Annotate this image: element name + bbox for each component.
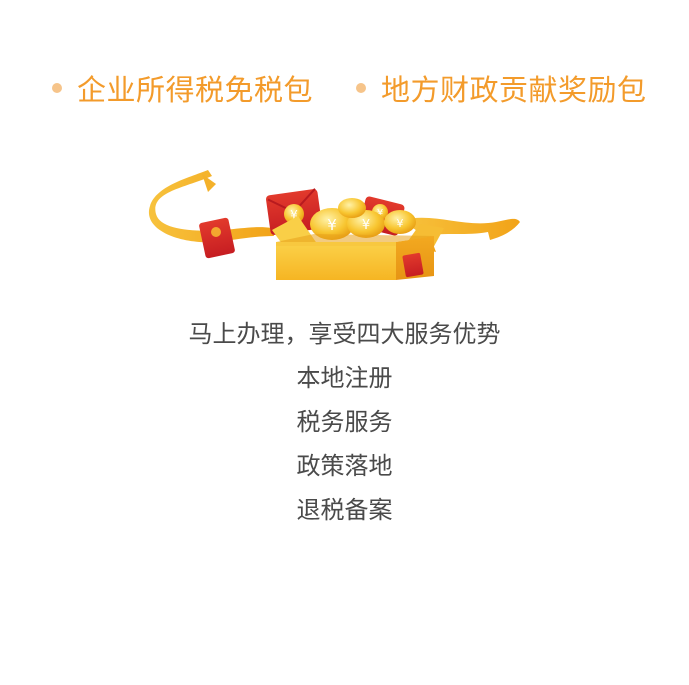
svg-text:¥: ¥ [327, 216, 337, 234]
svg-text:¥: ¥ [397, 217, 404, 230]
bullet-dot-icon [356, 83, 366, 93]
lead-line: 马上办理，享受四大服务优势 [188, 320, 501, 348]
service-info-list: 马上办理，享受四大服务优势 本地注册 税务服务 政策落地 退税备案 [0, 312, 689, 532]
service-item-local-registration: 本地注册 [296, 364, 393, 392]
bullet-dot-icon [52, 83, 62, 93]
headline-item-fiscal-reward: 地方财政贡献奖励包 [356, 66, 647, 110]
headline-item-income-tax: 企业所得税免税包 [52, 66, 313, 110]
headline-text: 地方财政贡献奖励包 [381, 73, 647, 107]
service-item-tax-refund-filing: 退税备案 [296, 496, 393, 524]
headline-text: 企业所得税免税包 [77, 73, 314, 107]
service-item-policy-implementation: 政策落地 [296, 452, 393, 480]
gift-box-red-envelopes-coins-icon: ¥ ¥ ¥ ¥ ¥ [144, 170, 524, 280]
service-item-tax-service: 税务服务 [296, 408, 393, 436]
left-red-envelope [199, 217, 235, 259]
svg-text:¥: ¥ [362, 218, 370, 233]
headline-row: 企业所得税免税包 地方财政贡献奖励包 [0, 66, 689, 110]
